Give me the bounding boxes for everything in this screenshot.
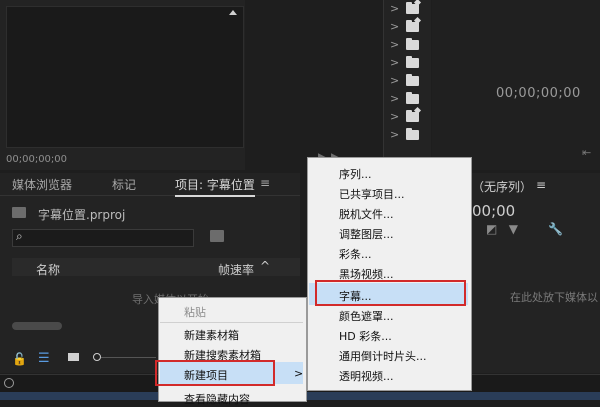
chevron-right-icon[interactable]: > xyxy=(390,74,399,87)
menu-item-view-hidden[interactable]: 查看隐藏内容 xyxy=(184,391,250,407)
chevron-right-icon[interactable]: > xyxy=(390,128,399,141)
folder-icon xyxy=(406,56,419,68)
source-monitor-viewport xyxy=(6,6,244,148)
project-file-icon xyxy=(12,207,26,218)
chevron-right-icon[interactable]: > xyxy=(390,56,399,69)
chevron-right-icon[interactable]: > xyxy=(390,38,399,51)
folder-icon xyxy=(406,38,419,50)
bin-row[interactable]: > xyxy=(388,18,428,36)
annotation-highlight-box xyxy=(155,360,275,386)
folder-icon xyxy=(406,74,419,86)
bin-row[interactable]: > xyxy=(388,54,428,72)
folder-icon xyxy=(406,110,419,122)
chevron-right-icon[interactable]: > xyxy=(390,2,399,15)
submenu-item-transparent-video[interactable]: 透明视频... xyxy=(339,368,394,384)
lock-icon[interactable]: 🔓 xyxy=(12,352,27,366)
icon-view-icon[interactable] xyxy=(68,353,79,361)
bin-row[interactable]: > xyxy=(388,108,428,126)
submenu-item-hd-bars[interactable]: HD 彩条... xyxy=(339,328,392,344)
submenu-arrow-icon: > xyxy=(294,367,304,380)
bin-row[interactable]: > xyxy=(388,90,428,108)
timeline-title: （无序列） xyxy=(472,180,533,194)
source-scrollbar[interactable] xyxy=(226,6,240,146)
zoom-slider-track[interactable] xyxy=(101,357,156,358)
status-icon xyxy=(4,378,14,388)
submenu-item-bars-tone[interactable]: 彩条... xyxy=(339,246,372,262)
project-file-name: 字幕位置.prproj xyxy=(38,208,126,222)
folder-icon xyxy=(406,128,419,140)
folder-icon xyxy=(406,92,419,104)
tab-markers[interactable]: 标记 xyxy=(112,176,136,193)
wrench-icon[interactable]: 🔧 xyxy=(548,222,563,236)
folder-icon xyxy=(406,2,419,14)
column-header-name[interactable]: 名称 xyxy=(36,261,60,278)
column-header-frame-rate[interactable]: 帧速率 xyxy=(218,261,254,278)
timeline-drop-hint: 在此处放下媒体以 xyxy=(510,291,598,304)
search-input[interactable] xyxy=(12,229,194,247)
tab-media-browser[interactable]: 媒体浏览器 xyxy=(12,176,72,193)
tab-project[interactable]: 项目: 字幕位置 xyxy=(175,176,255,197)
chevron-right-icon[interactable]: > xyxy=(390,20,399,33)
scroll-up-arrow-icon[interactable] xyxy=(229,10,237,15)
source-timecode: 00;00;00;00 xyxy=(6,154,68,165)
program-timecode: 00;00;00;00 xyxy=(496,86,581,101)
annotation-highlight-box xyxy=(315,280,466,306)
submenu-item-sequence[interactable]: 序列... xyxy=(339,166,372,182)
menu-divider xyxy=(160,322,303,323)
search-icon: ⌕ xyxy=(16,229,23,243)
submenu-item-offline-file[interactable]: 脱机文件... xyxy=(339,206,394,222)
chevron-right-icon[interactable]: > xyxy=(390,92,399,105)
bin-row[interactable]: > xyxy=(388,72,428,90)
horizontal-scrollbar[interactable] xyxy=(12,322,62,330)
zoom-slider-handle[interactable] xyxy=(93,353,101,361)
timeline-tools-icon[interactable]: ◩ ▼ xyxy=(486,222,518,236)
timeline-menu-icon[interactable]: ≡ xyxy=(536,178,546,192)
bin-tree-column: > > > > > > > > xyxy=(383,0,431,170)
submenu-item-color-matte[interactable]: 颜色遮罩... xyxy=(339,308,394,324)
submenu-item-adjustment-layer[interactable]: 调整图层... xyxy=(339,226,394,242)
menu-item-paste: 粘贴 xyxy=(184,306,206,319)
timeline-timecode: 00;00 xyxy=(472,202,516,220)
submenu-item-shared-project[interactable]: 已共享项目... xyxy=(339,186,405,202)
bin-row[interactable]: > xyxy=(388,126,428,144)
panel-menu-icon[interactable]: ≡ xyxy=(260,176,270,190)
step-back-icon[interactable]: ⇤ xyxy=(582,146,591,159)
submenu-item-countdown-leader[interactable]: 通用倒计时片头... xyxy=(339,348,427,364)
menu-item-new-bin[interactable]: 新建素材箱 xyxy=(184,327,239,343)
list-view-icon[interactable]: ☰ xyxy=(38,351,50,366)
bin-row[interactable]: > xyxy=(388,0,428,18)
sort-ascending-icon[interactable]: ^ xyxy=(260,259,270,273)
chevron-right-icon[interactable]: > xyxy=(390,110,399,123)
new-bin-icon[interactable] xyxy=(210,230,224,242)
bin-row[interactable]: > xyxy=(388,36,428,54)
program-monitor xyxy=(432,0,600,170)
folder-icon xyxy=(406,20,419,32)
